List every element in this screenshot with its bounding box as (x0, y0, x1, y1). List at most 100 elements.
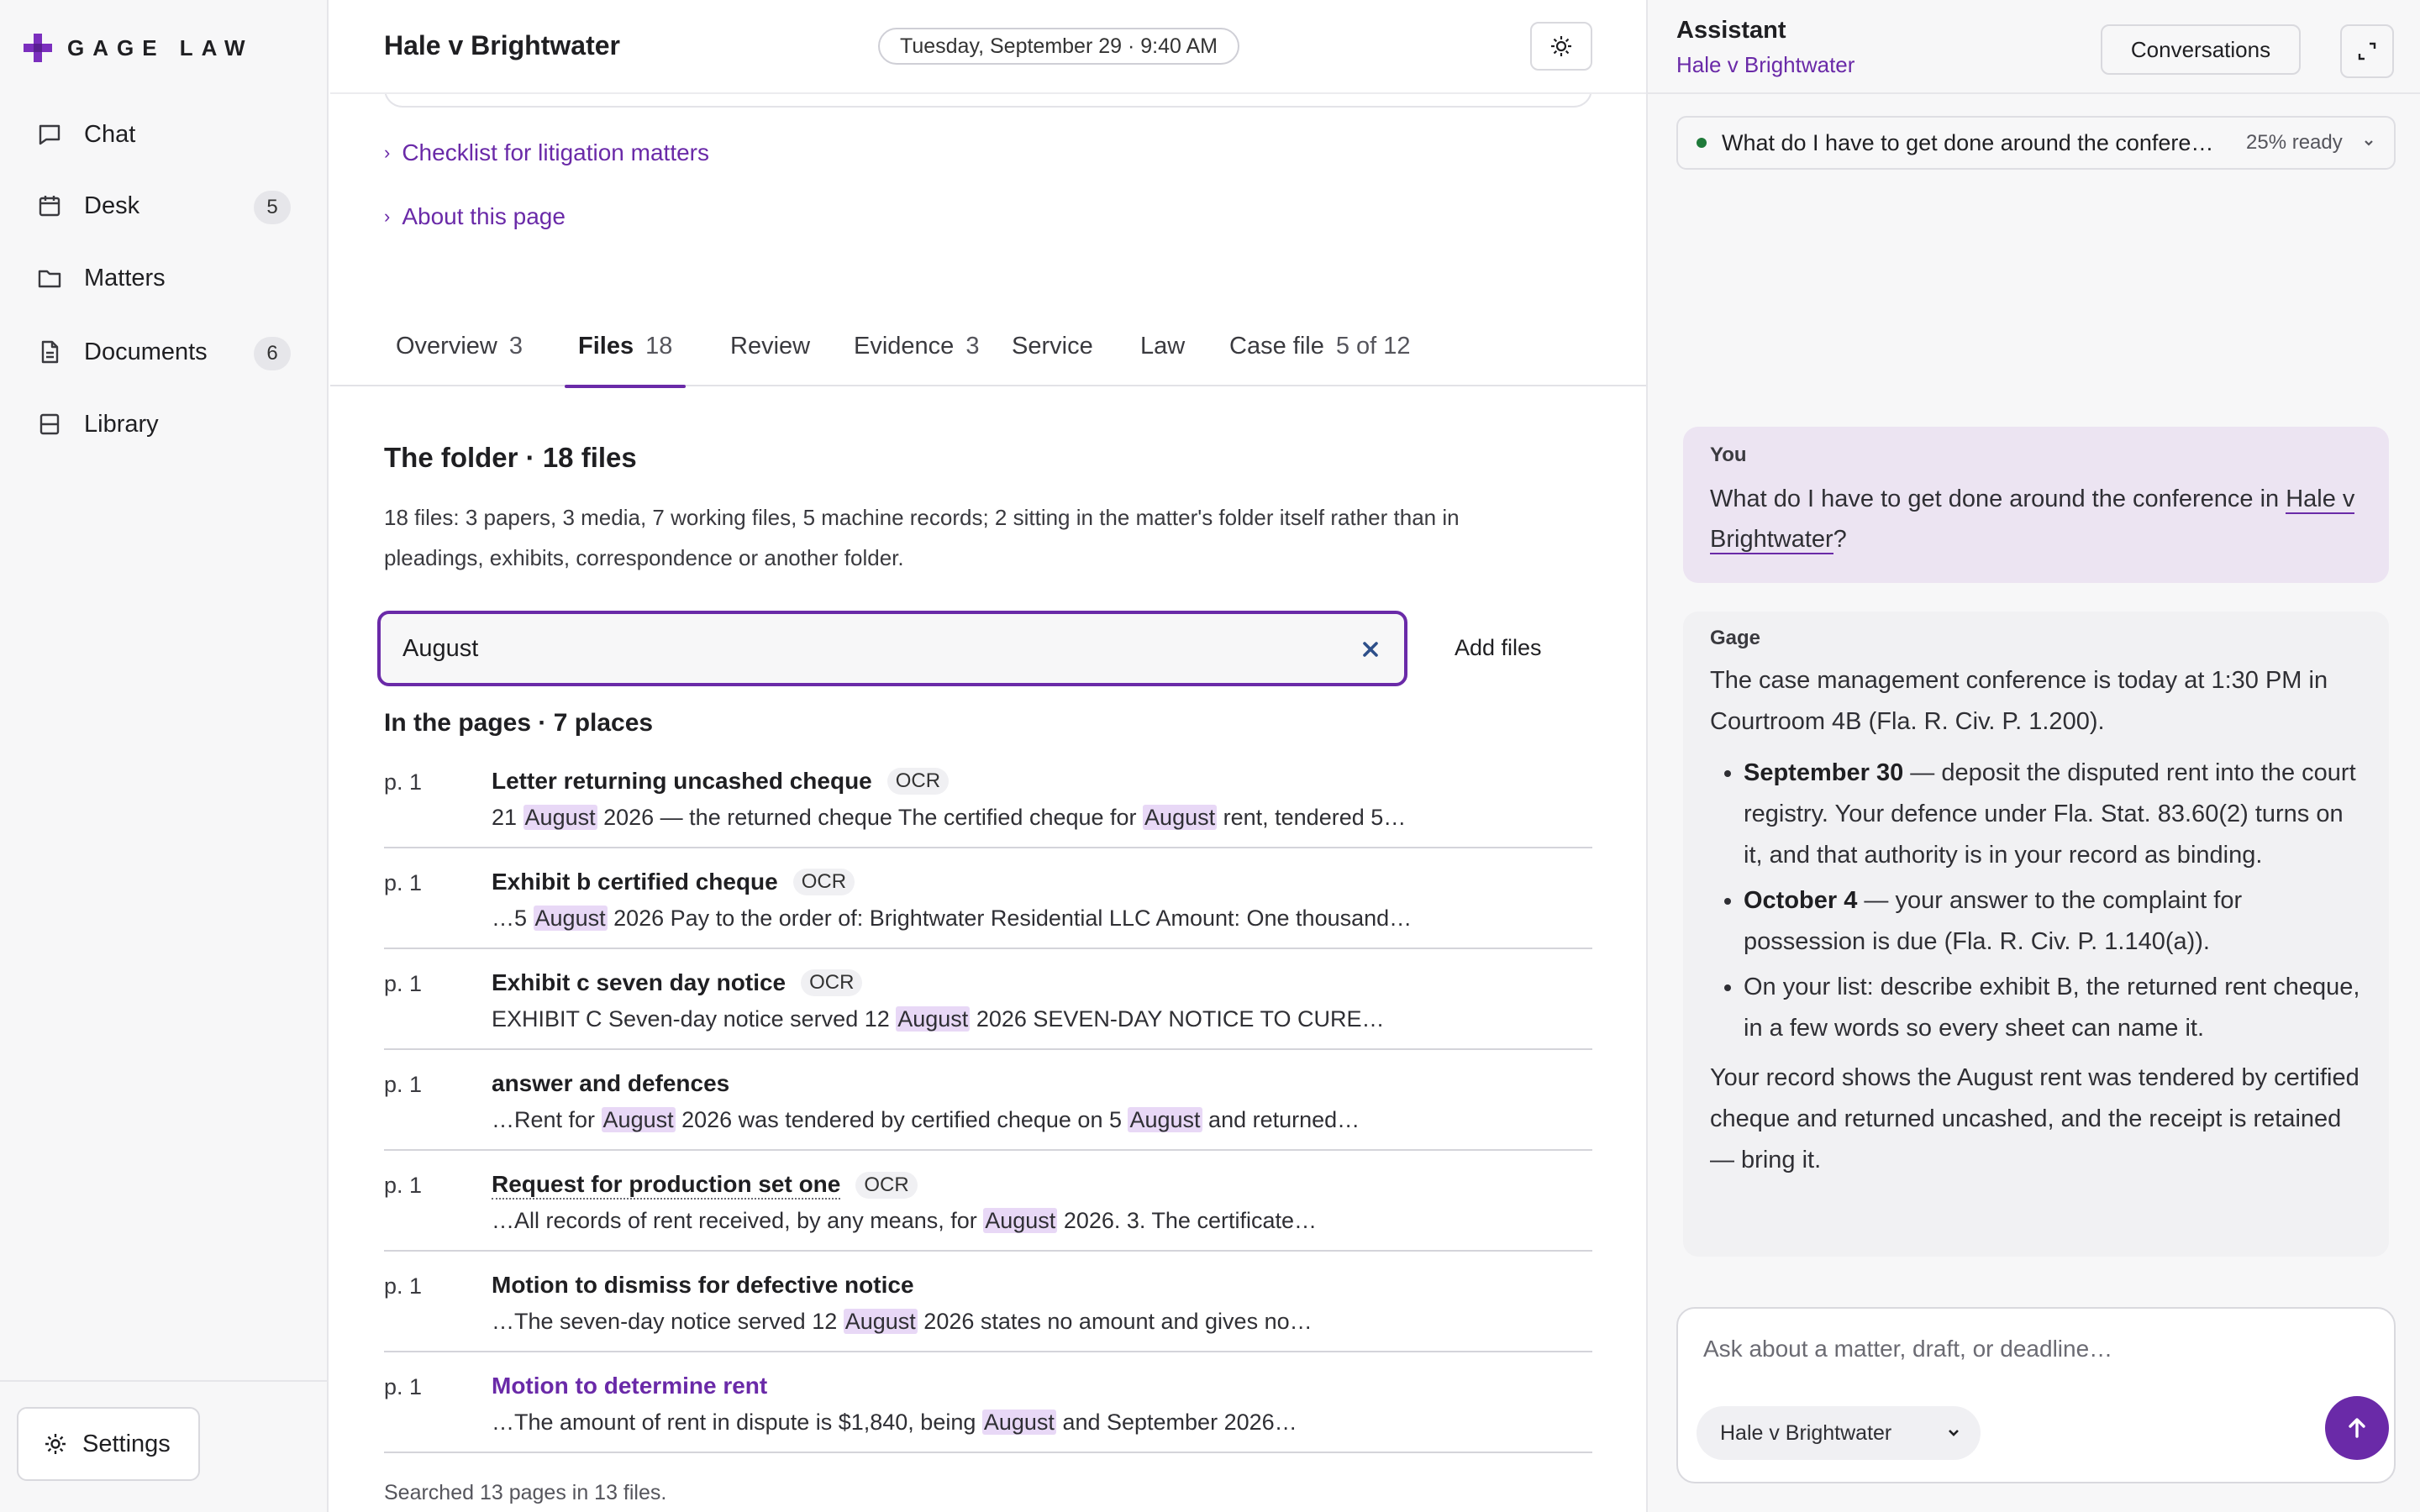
folder-summary: 18 files: 3 papers, 3 media, 7 working f… (384, 505, 1460, 570)
result-page-number: p. 1 (384, 1273, 423, 1299)
results-heading: In the pages · 7 places (384, 709, 654, 737)
conversations-button[interactable]: Conversations (2101, 24, 2301, 75)
result-snippet: …All records of rent received, by any me… (492, 1208, 1317, 1233)
search-result-row[interactable]: p. 1 Motion to dismiss for defective noti… (384, 1252, 1592, 1352)
matter-header: Hale v Brightwater Tuesday, September 29… (330, 0, 1646, 94)
result-title-line: Request for production set one OCR (492, 1171, 918, 1200)
reply-bullet: September 30 — deposit the disputed rent… (1744, 753, 2362, 876)
search-match-highlight: August (983, 1208, 1058, 1233)
reply-bullet: On your list: describe exhibit B, the re… (1744, 967, 2362, 1049)
matter-select-value: Hale v Brightwater (1720, 1420, 1892, 1445)
matter-tabs: Overview 3 Files 18 Review Evidence 3 Servi… (330, 321, 1646, 388)
tab-label: Law (1140, 333, 1186, 360)
tab-count: 3 (965, 333, 980, 360)
result-title-link[interactable]: Motion to determine rent (492, 1373, 767, 1399)
about-page-disclosure[interactable]: › About this page (384, 203, 566, 230)
result-page-number: p. 1 (384, 1072, 423, 1097)
progress-status: 25% ready (2246, 131, 2343, 154)
result-snippet: …Rent for August 2026 was tendered by ce… (492, 1107, 1360, 1132)
search-match-highlight: August (896, 1006, 971, 1032)
disclosure-label: Checklist for litigation matters (402, 139, 710, 165)
expand-button[interactable] (2340, 24, 2394, 78)
calendar-icon (39, 196, 60, 217)
sidebar-item-label: Matters (84, 264, 166, 291)
send-button[interactable] (2325, 1396, 2389, 1460)
result-page-number: p. 1 (384, 769, 423, 795)
reply-intro: The case management conference is today … (1710, 667, 2328, 735)
page-title: Hale v Brightwater (384, 30, 620, 60)
result-title-link[interactable]: Exhibit b certified cheque (492, 869, 778, 895)
library-icon (39, 413, 60, 435)
ocr-badge: OCR (886, 768, 950, 795)
bullet-date: October 4 (1744, 887, 1858, 914)
result-title-link[interactable]: Motion to dismiss for defective notice (492, 1272, 914, 1299)
sidebar-item-chat[interactable]: Chat (17, 108, 311, 161)
tab-count: 18 (645, 333, 673, 360)
sidebar-item-label: Desk (84, 192, 140, 219)
status-dot-icon (1697, 138, 1707, 148)
result-title-link[interactable]: Exhibit c seven day notice (492, 969, 786, 996)
app-logo[interactable]: GAGE LAW (24, 34, 254, 62)
checklist-disclosure[interactable]: › Checklist for litigation matters (384, 139, 709, 166)
search-result-row[interactable]: p. 1 Letter returning uncashed cheque OCR 2… (384, 748, 1592, 848)
folder-icon (38, 270, 61, 288)
assistant-panel: Assistant Hale v Brightwater Conversatio… (1646, 0, 2420, 1512)
search-results-list: p. 1 Letter returning uncashed cheque OCR 2… (384, 748, 1592, 1453)
bullet-date: September 30 (1744, 759, 1904, 786)
tab-overview[interactable]: Overview 3 (382, 321, 536, 386)
file-search-box (377, 611, 1407, 686)
theme-toggle-button[interactable] (1530, 22, 1592, 71)
result-title-line: Letter returning uncashed cheque OCR (492, 768, 950, 795)
user-message-text: What do I have to get done around the co… (1710, 479, 2362, 559)
tab-label: Files (578, 333, 634, 360)
sidebar-item-label: Chat (84, 120, 136, 148)
result-page-number: p. 1 (384, 870, 423, 895)
tab-label: Evidence (854, 333, 955, 360)
documents-count-badge: 6 (254, 337, 291, 370)
tab-review[interactable]: Review (717, 321, 823, 386)
sun-icon (1551, 36, 1571, 56)
app-name: GAGE LAW (67, 34, 254, 60)
add-files-button[interactable]: Add files (1438, 622, 1559, 674)
tab-count: 3 (508, 333, 523, 360)
sidebar-item-library[interactable]: Library (17, 397, 311, 451)
bullet-text: On your list: describe exhibit B, the re… (1744, 974, 2360, 1042)
search-result-row[interactable]: p. 1 Exhibit c seven day notice OCR EXHIBIT… (384, 949, 1592, 1050)
tab-label: Review (730, 333, 811, 360)
assistant-message: Gage The case management conference is t… (1683, 612, 2389, 1257)
sidebar-divider (0, 1380, 329, 1382)
search-result-row[interactable]: p. 1 Request for production set one OCR …Al… (384, 1151, 1592, 1252)
chevron-down-icon (1949, 1430, 1959, 1436)
result-page-number: p. 1 (384, 1374, 423, 1399)
sidebar-item-desk[interactable]: Desk 5 (17, 179, 311, 233)
result-title-link[interactable]: Letter returning uncashed cheque (492, 768, 872, 795)
chat-bubble-icon (39, 124, 60, 145)
result-page-number: p. 1 (384, 1173, 423, 1198)
composer-input[interactable] (1703, 1336, 2359, 1362)
tab-evidence[interactable]: Evidence 3 (840, 321, 992, 386)
sidebar-item-documents[interactable]: Documents 6 (17, 325, 311, 379)
assistant-matter-link[interactable]: Hale v Brightwater (1676, 52, 1854, 78)
result-snippet: 21 August 2026 — the returned cheque The… (492, 805, 1407, 830)
tab-files[interactable]: Files 18 (565, 321, 687, 388)
settings-button[interactable]: Settings (17, 1407, 200, 1481)
result-title-link[interactable]: Request for production set one (492, 1171, 841, 1200)
conversation-progress-row[interactable]: What do I have to get done around the co… (1676, 116, 2396, 170)
search-result-row[interactable]: p. 1 answer and defences …Rent for August … (384, 1050, 1592, 1151)
plus-logo-icon (24, 34, 52, 62)
result-title-line: Motion to dismiss for defective notice (492, 1272, 914, 1299)
result-title-link[interactable]: answer and defences (492, 1070, 729, 1097)
tab-law[interactable]: Law (1127, 321, 1198, 386)
search-result-row[interactable]: p. 1 Exhibit b certified cheque OCR …5 Augu… (384, 848, 1592, 949)
close-icon[interactable] (1360, 639, 1381, 659)
tab-service[interactable]: Service (998, 321, 1107, 386)
settings-label: Settings (82, 1430, 171, 1457)
chevron-right-icon: › (384, 142, 391, 163)
tab-case-file[interactable]: Case file 5 of 12 (1216, 321, 1424, 386)
result-snippet: …The seven-day notice served 12 August 2… (492, 1309, 1313, 1334)
sidebar-item-label: Documents (84, 338, 208, 365)
file-search-input[interactable] (402, 634, 1327, 663)
sidebar-item-matters[interactable]: Matters (17, 251, 311, 305)
matter-select[interactable]: Hale v Brightwater (1697, 1406, 1981, 1460)
search-result-row[interactable]: p. 1 Motion to determine rent …The amount … (384, 1352, 1592, 1453)
